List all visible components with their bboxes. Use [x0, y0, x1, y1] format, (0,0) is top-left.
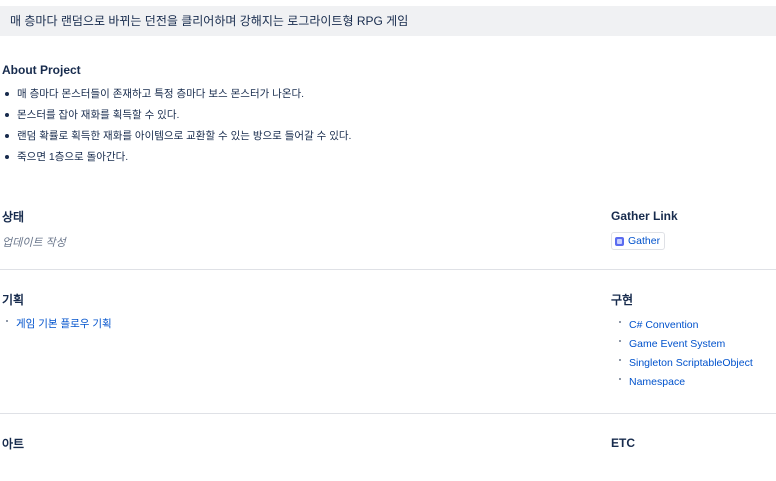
- section-divider: [0, 413, 776, 414]
- status-value: 업데이트 작성: [2, 237, 66, 249]
- planning-link[interactable]: 게임 기본 플로우 기획: [16, 318, 112, 330]
- implementation-link[interactable]: C# Convention: [629, 319, 698, 331]
- status-heading: 상태: [2, 210, 25, 224]
- about-project-heading: About Project: [2, 63, 81, 77]
- planning-link-list: 게임 기본 플로우 기획: [4, 317, 112, 336]
- gather-logo-icon: [615, 236, 624, 246]
- planning-heading: 기획: [2, 293, 25, 307]
- list-item: 게임 기본 플로우 기획: [4, 317, 112, 336]
- list-item: C# Convention: [617, 318, 753, 337]
- list-item: 랜덤 확률로 획득한 재화를 아이템으로 교환할 수 있는 방으로 들어갈 수 …: [2, 128, 351, 149]
- implementation-link[interactable]: Singleton ScriptableObject: [629, 357, 753, 369]
- art-heading: 아트: [2, 437, 25, 451]
- gather-link-label: Gather: [628, 235, 661, 247]
- list-item: 죽으면 1층으로 돌아간다.: [2, 149, 351, 170]
- list-item: 몬스터를 잡아 재화를 획득할 수 있다.: [2, 107, 351, 128]
- project-summary-banner: 매 층마다 랜덤으로 바뀌는 던전을 클리어하며 강해지는 로그라이트형 RPG…: [0, 6, 776, 36]
- implementation-link-list: C# Convention Game Event System Singleto…: [617, 318, 753, 394]
- list-item: Singleton ScriptableObject: [617, 356, 753, 375]
- implementation-link[interactable]: Namespace: [629, 376, 685, 388]
- list-item: 매 층마다 몬스터들이 존재하고 특정 층마다 보스 몬스터가 나온다.: [2, 86, 351, 107]
- about-project-list: 매 층마다 몬스터들이 존재하고 특정 층마다 보스 몬스터가 나온다. 몬스터…: [2, 86, 351, 170]
- gather-link-heading: Gather Link: [611, 209, 678, 223]
- gather-link-button[interactable]: Gather: [611, 232, 666, 250]
- section-divider: [0, 269, 776, 270]
- implementation-heading: 구현: [611, 293, 634, 307]
- implementation-link[interactable]: Game Event System: [629, 338, 725, 350]
- list-item: Namespace: [617, 375, 753, 394]
- list-item: Game Event System: [617, 337, 753, 356]
- etc-heading: ETC: [611, 436, 635, 450]
